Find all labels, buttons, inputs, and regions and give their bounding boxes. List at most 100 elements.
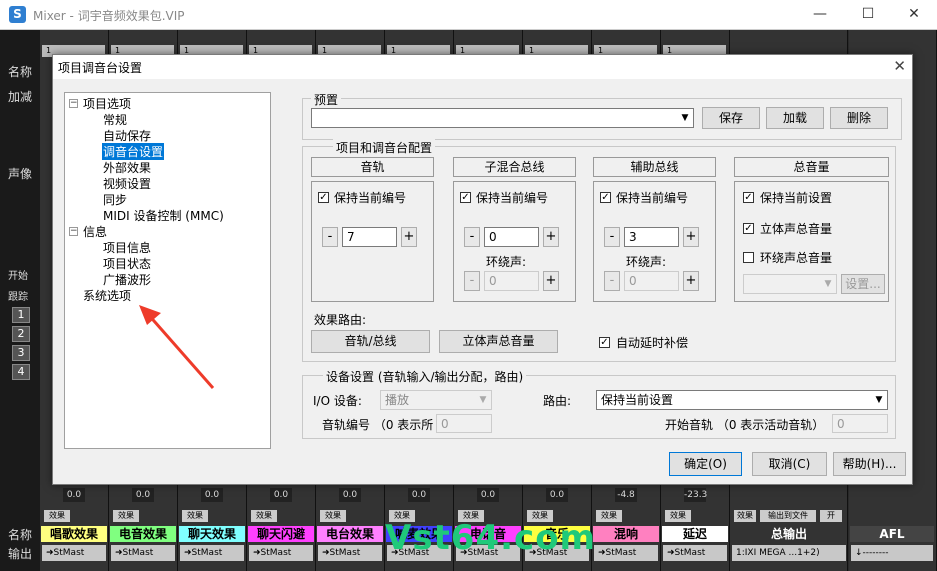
route-label: 路由: xyxy=(543,394,572,408)
preset-combo[interactable]: ▼ xyxy=(311,108,694,128)
dialog-close-icon[interactable]: ✕ xyxy=(893,57,906,75)
aux-surround-plus[interactable]: + xyxy=(683,271,699,291)
chevron-down-icon: ▼ xyxy=(681,113,689,123)
strip-name[interactable]: 唱歌效果 xyxy=(41,526,107,542)
tree-project-options[interactable]: 项目选项 xyxy=(83,95,131,112)
tree-info[interactable]: 信息 xyxy=(83,223,107,240)
stereo-master-checkbox[interactable]: ✓ xyxy=(743,223,754,234)
strip-fx-button[interactable]: 效果 xyxy=(596,510,622,522)
aux-keep-label: 保持当前编号 xyxy=(616,191,689,205)
chevron-down-icon: ▼ xyxy=(875,395,883,405)
num-button-1[interactable]: 1 xyxy=(12,307,30,323)
track-minus-button[interactable]: - xyxy=(322,227,338,247)
minimize-button[interactable]: — xyxy=(800,3,840,27)
tree-mixer-settings[interactable]: 调音台设置 xyxy=(102,143,165,160)
aux-keep-checkbox[interactable]: ✓ xyxy=(600,192,611,203)
start-track-label: 开始音轨 （0 表示活动音轨） xyxy=(665,418,825,432)
strip-name[interactable]: 电台效果 xyxy=(317,526,383,542)
surround-combo: ▼ xyxy=(743,274,837,294)
strip-name[interactable]: 混响 xyxy=(593,526,659,542)
tree-project-status[interactable]: 项目状态 xyxy=(103,255,151,272)
submix-surround-plus[interactable]: + xyxy=(543,271,559,291)
route-track-button[interactable]: 音轨/总线 xyxy=(311,330,430,353)
strip-output[interactable]: ➜StMast xyxy=(111,545,175,561)
num-button-2[interactable]: 2 xyxy=(12,326,30,342)
route-combo[interactable]: 保持当前设置 ▼ xyxy=(596,390,888,410)
tree-general[interactable]: 常规 xyxy=(103,111,127,128)
strip-fader-value: 0.0 xyxy=(546,488,568,502)
close-button[interactable]: ✕ xyxy=(894,3,934,27)
preset-save-button[interactable]: 保存 xyxy=(702,107,760,129)
master-keep-checkbox[interactable]: ✓ xyxy=(743,192,754,203)
track-count-input[interactable]: 7 xyxy=(342,227,397,247)
aux-surround-minus: - xyxy=(604,271,620,291)
preset-load-button[interactable]: 加载 xyxy=(766,107,824,129)
strip-name[interactable]: 聊天闪避 xyxy=(248,526,314,542)
title-bar: S Mixer - 词宇音频效果包.VIP — ☐ ✕ xyxy=(0,0,937,30)
surround-setup-button: 设置... xyxy=(841,274,885,294)
tree-autosave[interactable]: 自动保存 xyxy=(103,127,151,144)
cancel-button[interactable]: 取消(C) xyxy=(752,452,827,476)
afl-output[interactable]: ↓-------- xyxy=(851,545,933,561)
tree-broadcast-wave[interactable]: 广播波形 xyxy=(103,271,151,288)
tree-external-fx[interactable]: 外部效果 xyxy=(103,159,151,176)
submix-plus-button[interactable]: + xyxy=(543,227,559,247)
master-output[interactable]: 1:IXI MEGA ...1+2) xyxy=(732,545,846,561)
surround-master-checkbox[interactable] xyxy=(743,252,754,263)
strip-fx-button[interactable]: 效果 xyxy=(182,510,208,522)
auto-delay-checkbox[interactable]: ✓ xyxy=(599,337,610,348)
aux-minus-button[interactable]: - xyxy=(604,227,620,247)
track-plus-button[interactable]: + xyxy=(401,227,417,247)
strip-output[interactable]: ➜StMast xyxy=(180,545,244,561)
tree-system-options[interactable]: 系统选项 xyxy=(83,287,131,304)
strip-output[interactable]: ➜StMast xyxy=(594,545,658,561)
strip-name[interactable]: 电音效果 xyxy=(110,526,176,542)
strip-fader-value: 0.0 xyxy=(132,488,154,502)
help-button[interactable]: 帮助(H)... xyxy=(833,452,906,476)
aux-surround-input: 0 xyxy=(624,271,679,291)
num-button-3[interactable]: 3 xyxy=(12,345,30,361)
aux-count-input[interactable]: 3 xyxy=(624,227,679,247)
strip-fx-button[interactable]: 效果 xyxy=(251,510,277,522)
submix-count-input[interactable]: 0 xyxy=(484,227,539,247)
num-button-4[interactable]: 4 xyxy=(12,364,30,380)
maximize-button[interactable]: ☐ xyxy=(848,3,888,27)
submix-keep-label: 保持当前编号 xyxy=(476,191,549,205)
mixer-settings-dialog: 项目调音台设置 ✕ − 项目选项 常规 自动保存 调音台设置 外部效果 视频设置… xyxy=(52,54,913,485)
tree-midi-mmc[interactable]: MIDI 设备控制 (MMC) xyxy=(103,207,224,224)
preset-delete-button[interactable]: 删除 xyxy=(830,107,888,129)
submix-minus-button[interactable]: - xyxy=(464,227,480,247)
master-name: 总输出 xyxy=(770,527,807,541)
tree-sync[interactable]: 同步 xyxy=(103,191,127,208)
strip-name[interactable]: 聊天效果 xyxy=(179,526,245,542)
strip-output[interactable]: ➜StMast xyxy=(42,545,106,561)
strip-fx-button[interactable]: 效果 xyxy=(320,510,346,522)
tree-video-settings[interactable]: 视频设置 xyxy=(103,175,151,192)
strip-fader-value: 0.0 xyxy=(477,488,499,502)
track-keep-checkbox[interactable]: ✓ xyxy=(318,192,329,203)
strip-output[interactable]: ➜StMast xyxy=(318,545,382,561)
strip-fx-button[interactable]: 效果 xyxy=(44,510,70,522)
collapse-icon[interactable]: − xyxy=(69,227,78,236)
ok-button[interactable]: 确定(O) xyxy=(669,452,742,476)
master-fx-button[interactable]: 效果 xyxy=(734,510,756,522)
strip-output[interactable]: ➜StMast xyxy=(249,545,313,561)
label-name: 名称 xyxy=(8,65,33,79)
tree-project-info[interactable]: 项目信息 xyxy=(103,239,151,256)
route-stereo-button[interactable]: 立体声总音量 xyxy=(439,330,558,353)
submix-keep-checkbox[interactable]: ✓ xyxy=(460,192,471,203)
strip-fx-button[interactable]: 效果 xyxy=(665,510,691,522)
strip-fader-value: 0.0 xyxy=(339,488,361,502)
output-file-button[interactable]: 输出到文件 xyxy=(760,510,816,522)
preset-label: 预置 xyxy=(311,91,342,108)
afl-label[interactable]: AFL xyxy=(850,526,934,542)
aux-plus-button[interactable]: + xyxy=(683,227,699,247)
strip-name[interactable]: 延迟 xyxy=(662,526,728,542)
label-track: 跟踪 xyxy=(8,292,28,303)
strip-fx-button[interactable]: 效果 xyxy=(113,510,139,522)
stereo-master-label: 立体声总音量 xyxy=(760,222,833,236)
strip-output[interactable]: ➜StMast xyxy=(663,545,727,561)
window-title: Mixer - 词宇音频效果包.VIP xyxy=(33,9,185,23)
collapse-icon[interactable]: − xyxy=(69,99,78,108)
open-button[interactable]: 开 xyxy=(820,510,842,522)
